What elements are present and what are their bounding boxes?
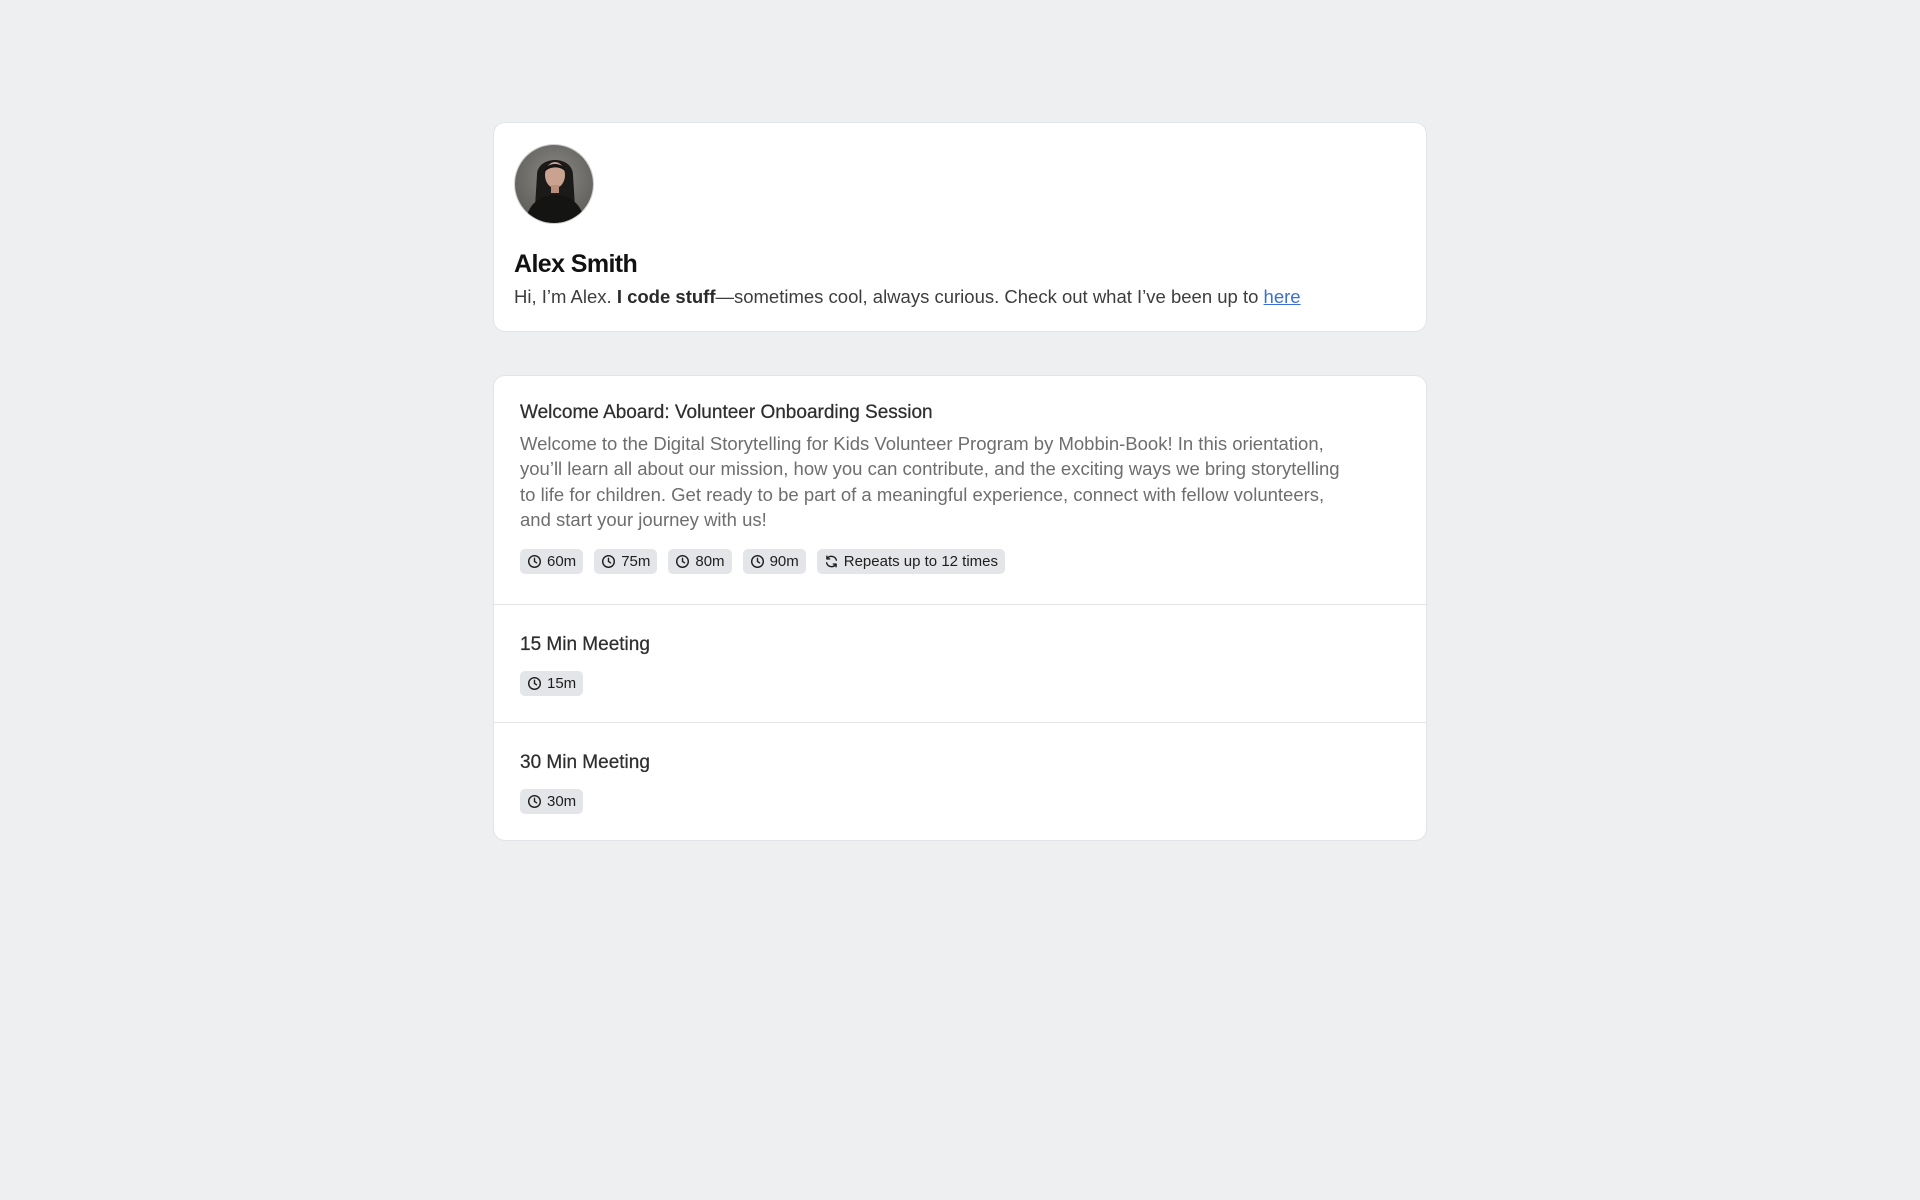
duration-label: 80m (695, 553, 725, 571)
event-title: 30 Min Meeting (520, 752, 650, 773)
refresh-icon (824, 554, 839, 569)
clock-icon (601, 554, 616, 569)
event-item[interactable]: Welcome Aboard: Volunteer Onboarding Ses… (494, 376, 1426, 605)
recurrence-label: Repeats up to 12 times (843, 553, 999, 571)
event-title: 15 Min Meeting (520, 634, 650, 655)
bio-intro: Hi, I’m Alex. (514, 286, 617, 307)
event-description: Welcome to the Digital Storytelling for … (520, 433, 1340, 530)
booking-page: Alex Smith Hi, I’m Alex. I code stuff—so… (493, 122, 1427, 841)
event-badges: 15m (520, 671, 1400, 696)
bio-emphasis: I code stuff (616, 286, 716, 307)
duration-badge: 75m (594, 549, 658, 575)
event-item[interactable]: 30 Min Meeting 30m (494, 723, 1426, 840)
event-item[interactable]: 15 Min Meeting 15m (494, 605, 1426, 723)
duration-label: 90m (769, 553, 799, 571)
duration-label: 30m (547, 793, 577, 810)
duration-badge: 90m (742, 549, 806, 575)
clock-icon (527, 554, 542, 569)
profile-bio: Hi, I’m Alex. I code stuff—sometimes coo… (514, 285, 1406, 309)
event-title: Welcome Aboard: Volunteer Onboarding Ses… (520, 402, 933, 423)
clock-icon (750, 554, 765, 569)
duration-label: 75m (621, 553, 651, 571)
clock-icon (675, 554, 690, 569)
duration-badge: 15m (520, 671, 584, 696)
profile-name: Alex Smith (514, 250, 638, 278)
profile-card: Alex Smith Hi, I’m Alex. I code stuff—so… (493, 122, 1427, 332)
avatar (514, 144, 594, 224)
duration-badge: 80m (668, 549, 732, 575)
event-badges: 60m 75m 80m 90m Repeats up to 12 times (520, 549, 1400, 575)
bio-text: —sometimes cool, always curious. Check o… (715, 286, 1264, 307)
duration-badge: 60m (520, 549, 584, 575)
duration-label: 15m (547, 675, 577, 692)
recurrence-badge: Repeats up to 12 times (816, 549, 1006, 575)
duration-label: 60m (547, 553, 577, 571)
clock-icon (527, 794, 542, 809)
event-badges: 30m (520, 789, 1400, 814)
duration-badge: 30m (520, 789, 584, 814)
bio-link[interactable]: here (1264, 286, 1301, 307)
event-types-list: Welcome Aboard: Volunteer Onboarding Ses… (493, 375, 1427, 841)
clock-icon (527, 676, 542, 691)
